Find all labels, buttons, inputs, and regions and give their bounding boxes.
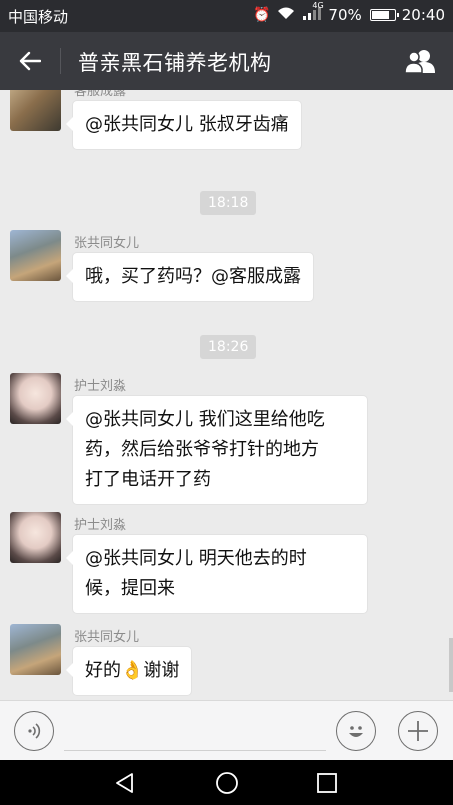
- message-item: 客服成露 @张共同女儿 张叔牙齿痛: [10, 90, 440, 160]
- carrier-label: 中国移动: [8, 8, 69, 26]
- alarm-icon: ⏰: [252, 7, 271, 23]
- back-button[interactable]: [10, 43, 50, 79]
- message-item: 张共同女儿 哦，买了药吗？@客服成露: [10, 230, 440, 310]
- chat-header: 普亲黑石铺养老机构: [0, 32, 453, 90]
- avatar[interactable]: [10, 90, 61, 131]
- message-bubble[interactable]: @张共同女儿 明天他去的时 候，提回来: [66, 534, 368, 614]
- scrollbar-thumb[interactable]: [449, 638, 453, 692]
- message-text-suffix: 谢谢: [143, 660, 180, 681]
- clock: 20:40: [401, 6, 445, 24]
- message-bubble[interactable]: 好的👌谢谢: [65, 646, 193, 696]
- voice-toggle-button[interactable]: [14, 711, 54, 751]
- status-bar: 中国移动 ⏰ 4G 70% 20:40: [0, 0, 453, 32]
- square-recents-icon: [317, 773, 337, 793]
- battery-icon: [369, 9, 399, 21]
- avatar[interactable]: [10, 512, 61, 563]
- back-arrow-icon: [19, 51, 41, 71]
- nav-back-button[interactable]: [111, 770, 139, 796]
- message-bubble[interactable]: @张共同女儿 我们这里给他吃 药，然后给张爷爷打针的地方 打了电话开了药: [66, 395, 368, 505]
- plus-icon: [408, 721, 428, 741]
- message-bubble[interactable]: @张共同女儿 张叔牙齿痛: [66, 100, 302, 150]
- message-item: 护士刘淼 @张共同女儿 明天他去的时 候，提回来: [10, 512, 440, 614]
- message-text: 哦，买了药吗？@客服成露: [85, 266, 301, 287]
- nav-recents-button[interactable]: [313, 770, 341, 796]
- wifi-icon: [276, 6, 296, 24]
- system-nav-bar: [0, 760, 453, 805]
- sender-name: 护士刘淼: [74, 518, 127, 533]
- message-bubble[interactable]: 哦，买了药吗？@客服成露: [66, 252, 314, 302]
- message-text-line: 药，然后给张爷爷打针的地方: [85, 439, 319, 460]
- avatar[interactable]: [10, 230, 61, 281]
- emoji-button[interactable]: [336, 711, 376, 751]
- sender-name: 张共同女儿: [74, 630, 140, 645]
- signal-icon: 4G: [302, 1, 324, 24]
- avatar[interactable]: [10, 624, 61, 675]
- sender-name: 护士刘淼: [74, 379, 127, 394]
- battery-percent: 70%: [328, 6, 362, 24]
- message-text-line: 候，提回来: [85, 578, 175, 599]
- circle-home-icon: [216, 772, 238, 794]
- ok-hand-emoji: 👌: [121, 660, 144, 681]
- network-type-label: 4G: [312, 1, 324, 10]
- more-actions-button[interactable]: [398, 711, 438, 751]
- status-right: ⏰ 4G 70% 20:40: [252, 1, 445, 24]
- message-item: 张共同女儿 好的👌谢谢: [10, 624, 440, 700]
- chat-title: 普亲黑石铺养老机构: [78, 51, 272, 75]
- nav-home-button[interactable]: [213, 770, 241, 796]
- message-text-line: @张共同女儿 明天他去的时: [85, 548, 307, 569]
- sender-name: 张共同女儿: [74, 236, 140, 251]
- triangle-back-icon: [116, 773, 133, 793]
- voice-icon: [28, 723, 41, 739]
- smiley-icon: [349, 726, 363, 737]
- header-divider: [60, 48, 61, 74]
- timestamp-badge: 18:26: [200, 335, 257, 359]
- message-text: @张共同女儿 张叔牙齿痛: [85, 114, 289, 135]
- message-item: 护士刘淼 @张共同女儿 我们这里给他吃 药，然后给张爷爷打针的地方 打了电话开了…: [10, 373, 440, 505]
- group-info-button[interactable]: [401, 44, 441, 78]
- people-icon: [404, 50, 435, 74]
- message-text-line: 打了电话开了药: [85, 469, 211, 490]
- message-list[interactable]: 客服成露 @张共同女儿 张叔牙齿痛 18:18 张共同女儿 哦，买了药吗？@客服…: [0, 90, 453, 700]
- message-input[interactable]: [64, 709, 326, 751]
- input-bar: [0, 700, 453, 760]
- message-text-line: @张共同女儿 我们这里给他吃: [85, 409, 325, 430]
- avatar[interactable]: [10, 373, 61, 424]
- sender-name: 客服成露: [74, 90, 127, 99]
- timestamp-badge: 18:18: [200, 191, 257, 215]
- message-text: 好的: [85, 660, 121, 681]
